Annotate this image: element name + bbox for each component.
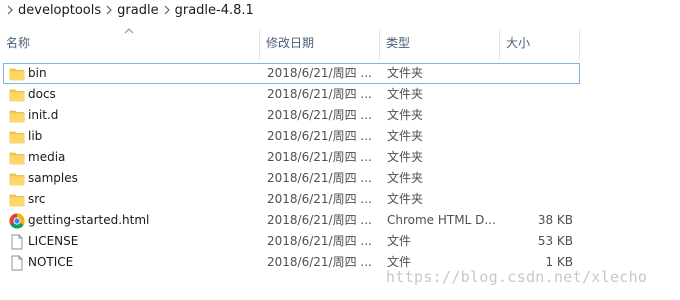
file-row[interactable]: init.d 2018/6/21/周四 ... 文件夹 [3, 105, 580, 126]
file-row[interactable]: media 2018/6/21/周四 ... 文件夹 [3, 147, 580, 168]
file-list: bin 2018/6/21/周四 ... 文件夹 docs 2018/6/21/… [0, 63, 680, 273]
file-size [501, 64, 573, 83]
folder-icon [9, 110, 25, 123]
file-size: 53 KB [537, 234, 573, 248]
chevron-right-icon[interactable] [159, 3, 175, 17]
file-name: samples [28, 171, 78, 185]
file-size [501, 169, 573, 188]
file-name: init.d [28, 108, 59, 122]
file-size [501, 148, 573, 167]
file-size: 38 KB [537, 213, 573, 227]
file-name: media [28, 150, 66, 164]
file-date: 2018/6/21/周四 ... [267, 192, 372, 206]
file-date: 2018/6/21/周四 ... [267, 108, 372, 122]
folder-icon [9, 194, 25, 207]
column-header-name[interactable]: 名称 [0, 30, 260, 60]
file-type: 文件夹 [387, 192, 424, 206]
breadcrumb: developtools gradle gradle-4.8.1 [0, 0, 680, 20]
folder-icon [9, 68, 25, 81]
folder-icon [9, 89, 25, 102]
file-name: docs [28, 87, 56, 101]
chevron-right-icon[interactable] [2, 3, 18, 17]
file-row[interactable]: bin 2018/6/21/周四 ... 文件夹 [3, 63, 580, 84]
column-header-type[interactable]: 类型 [380, 30, 500, 60]
watermark: https://blog.csdn.net/xlecho [386, 268, 648, 286]
file-name: src [28, 192, 46, 206]
file-date: 2018/6/21/周四 ... [267, 87, 372, 101]
file-row[interactable]: src 2018/6/21/周四 ... 文件夹 [3, 189, 580, 210]
breadcrumb-item-gradle[interactable]: gradle [117, 3, 158, 18]
file-size [501, 127, 573, 146]
column-header-row: 名称 修改日期 类型 大小 [0, 22, 680, 60]
column-header-size[interactable]: 大小 [500, 30, 580, 60]
file-date: 2018/6/21/周四 ... [267, 213, 372, 227]
file-type: 文件 [387, 234, 412, 248]
file-name: NOTICE [28, 255, 74, 269]
breadcrumb-item-developtools[interactable]: developtools [18, 3, 101, 18]
file-date: 2018/6/21/周四 ... [267, 129, 372, 143]
folder-icon [9, 131, 25, 144]
file-type: 文件夹 [387, 66, 424, 80]
file-row[interactable]: LICENSE 2018/6/21/周四 ... 文件 53 KB [3, 231, 580, 252]
chrome-icon [9, 213, 25, 229]
file-type: 文件夹 [387, 150, 424, 164]
chevron-right-icon[interactable] [101, 3, 117, 17]
file-date: 2018/6/21/周四 ... [267, 150, 372, 164]
file-name: lib [28, 129, 43, 143]
folder-icon [9, 173, 25, 186]
file-name: getting-started.html [28, 213, 150, 227]
column-header-date[interactable]: 修改日期 [260, 30, 380, 60]
file-date: 2018/6/21/周四 ... [267, 255, 372, 269]
file-icon [11, 234, 23, 250]
breadcrumb-item-gradle-4-8-1[interactable]: gradle-4.8.1 [175, 3, 254, 18]
file-row[interactable]: lib 2018/6/21/周四 ... 文件夹 [3, 126, 580, 147]
file-name: LICENSE [28, 234, 79, 248]
file-date: 2018/6/21/周四 ... [267, 66, 372, 80]
file-type: 文件夹 [387, 129, 424, 143]
file-size [501, 190, 573, 209]
file-size [501, 85, 573, 104]
file-name: bin [28, 66, 47, 80]
file-type: 文件夹 [387, 171, 424, 185]
file-type: 文件夹 [387, 108, 424, 122]
file-date: 2018/6/21/周四 ... [267, 234, 372, 248]
file-size [501, 106, 573, 125]
folder-icon [9, 152, 25, 165]
file-row[interactable]: samples 2018/6/21/周四 ... 文件夹 [3, 168, 580, 189]
file-row[interactable]: docs 2018/6/21/周四 ... 文件夹 [3, 84, 580, 105]
file-icon [11, 255, 23, 271]
file-type: 文件夹 [387, 87, 424, 101]
file-type: Chrome HTML D... [387, 213, 496, 227]
file-date: 2018/6/21/周四 ... [267, 171, 372, 185]
file-row[interactable]: getting-started.html 2018/6/21/周四 ... Ch… [3, 210, 580, 231]
